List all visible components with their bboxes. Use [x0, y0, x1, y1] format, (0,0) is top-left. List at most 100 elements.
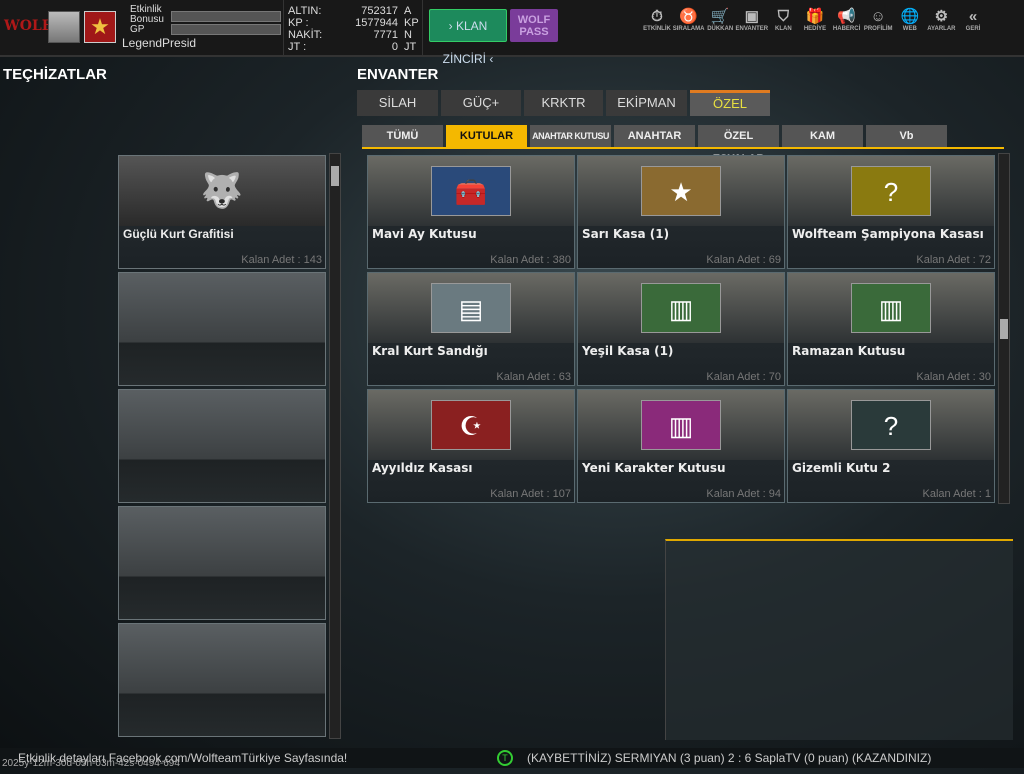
item-image: ?	[788, 156, 994, 226]
nav-siralama[interactable]: ♉ SIRALAMA	[672, 8, 706, 32]
item-name: Yeşil Kasa (1)	[582, 344, 674, 358]
item-box-icon: ?	[851, 400, 931, 450]
nav-geri̇[interactable]: «GERİ	[956, 8, 990, 32]
nav-etki̇nli̇k[interactable]: ⏱ ETKİNLİK	[640, 8, 674, 32]
subtab-1[interactable]: KUTULAR	[446, 125, 527, 148]
nav-label: WEB	[902, 26, 917, 32]
subtab-3[interactable]: ANAHTAR	[614, 125, 695, 148]
item-name: Sarı Kasa (1)	[582, 227, 670, 241]
inventory-title: ENVANTER	[357, 66, 439, 83]
item-name: Ayyıldız Kasası	[372, 461, 473, 475]
status-bar: Etkinlik detayları Facebook.com/Wolfteam…	[0, 748, 1024, 769]
subtab-0[interactable]: TÜMÜ	[362, 125, 443, 148]
clan-emblem	[48, 11, 80, 43]
inventory-item[interactable]: ▥ Yeni Karakter Kutusu Kalan Adet : 94	[577, 389, 785, 503]
item-name: Gizemli Kutu 2	[792, 461, 891, 475]
equipment-scrollbar[interactable]	[329, 153, 341, 739]
nav-label: ETKİNLİK	[643, 26, 671, 32]
nav-klan[interactable]: ⛉ KLAN	[766, 8, 800, 32]
currency-unit: KP	[404, 17, 419, 29]
subtab-4[interactable]: ÖZEL EŞYALAR	[698, 125, 779, 165]
inventory-item[interactable]: ▥ Yeşil Kasa (1) Kalan Adet : 70	[577, 272, 785, 386]
item-qty: Kalan Adet : 63	[496, 371, 571, 383]
item-box-icon: ☪	[431, 400, 511, 450]
inventory-item[interactable]: ▥ Ramazan Kutusu Kalan Adet : 30	[787, 272, 995, 386]
item-name: Wolfteam Şampiyona Kasası	[792, 227, 984, 241]
inventory-item[interactable]: 🧰 Mavi Ay Kutusu Kalan Adet : 380	[367, 155, 575, 269]
nav-icon: ♉	[679, 8, 698, 25]
nav-dükkan[interactable]: 🛒 DÜKKAN	[703, 8, 737, 32]
nav-profi̇li̇m[interactable]: ☺ PROFİLİM	[861, 8, 895, 32]
inventory-item[interactable]: ? Wolfteam Şampiyona Kasası Kalan Adet : 7…	[787, 155, 995, 269]
item-image: ▥	[788, 273, 994, 343]
item-qty: Kalan Adet : 72	[916, 254, 991, 266]
inventory-scrollbar[interactable]	[998, 153, 1010, 504]
tab-3[interactable]: EKİPMAN	[606, 90, 687, 116]
inventory-item[interactable]: ? Gizemli Kutu 2 Kalan Adet : 1	[787, 389, 995, 503]
subtab-2[interactable]: ANAHTAR KUTUSU	[530, 125, 611, 148]
nav-icon: ⛉	[777, 8, 790, 25]
inventory-item[interactable]: ▤ Kral Kurt Sandığı Kalan Adet : 63	[367, 272, 575, 386]
username: LegendPresid	[122, 36, 197, 50]
currency-label: JT :	[288, 41, 307, 53]
item-name: Güçlü Kurt Grafitisi	[123, 227, 234, 241]
event-bonus-bar	[171, 11, 281, 22]
item-name: Ramazan Kutusu	[792, 344, 906, 358]
tab-2[interactable]: KRKTR	[524, 90, 603, 116]
game-logo: WOLF	[4, 18, 52, 34]
gp-bar	[171, 24, 281, 35]
item-name: Kral Kurt Sandığı	[372, 344, 488, 358]
item-name: Mavi Ay Kutusu	[372, 227, 477, 241]
tab-0[interactable]: SİLAH	[357, 90, 438, 116]
gp-label: GP	[130, 24, 145, 35]
item-box-icon: ▤	[431, 283, 511, 333]
item-box-icon: ★	[641, 166, 721, 216]
subtab-6[interactable]: Vb	[866, 125, 947, 148]
item-image: ?	[788, 390, 994, 460]
item-image: ★	[578, 156, 784, 226]
item-name: Yeni Karakter Kutusu	[582, 461, 726, 475]
inventory-item[interactable]: ☪ Ayyıldız Kasası Kalan Adet : 107	[367, 389, 575, 503]
nav-icon: ⚙	[934, 8, 949, 25]
inventory-item[interactable]: ★ Sarı Kasa (1) Kalan Adet : 69	[577, 155, 785, 269]
equipment-slot[interactable]	[118, 506, 326, 620]
tab-1[interactable]: GÜÇ+	[441, 90, 521, 116]
match-result-icon: T	[497, 750, 513, 766]
nav-label: DÜKKAN	[707, 26, 734, 32]
nav-label: ENVANTER	[735, 26, 769, 32]
nav-envanter[interactable]: ▣ ENVANTER	[735, 8, 769, 32]
nav-ayarlar[interactable]: ⚙ AYARLAR	[924, 8, 958, 32]
tab-4[interactable]: ÖZEL	[690, 90, 770, 116]
currency-value: 0	[391, 41, 398, 53]
match-result-text: (KAYBETTİNİZ) SERMIYAN (3 puan) 2 : 6 Sa…	[527, 751, 932, 765]
equipment-slot[interactable]	[118, 272, 326, 386]
currency-label: NAKİT:	[288, 29, 323, 41]
item-box-icon: ▥	[851, 283, 931, 333]
item-qty: Kalan Adet : 1	[922, 488, 992, 500]
item-image: ☪	[368, 390, 574, 460]
currency-value: 1577944	[355, 17, 398, 29]
currency-unit: N	[404, 29, 412, 41]
subtab-5[interactable]: KAM	[782, 125, 863, 148]
item-image: 🐺	[119, 156, 325, 226]
nav-label: SIRALAMA	[672, 26, 705, 32]
item-qty: Kalan Adet : 143	[241, 254, 322, 266]
equipment-slot[interactable]: 🐺 Güçlü Kurt Grafitisi Kalan Adet : 143	[118, 155, 326, 269]
item-image: ▥	[578, 273, 784, 343]
equipment-slot[interactable]	[118, 389, 326, 503]
nav-icon: ⏱	[651, 8, 663, 25]
wolf-pass-button[interactable]: WOLF PASS	[510, 9, 558, 42]
nav-label: GERİ	[965, 26, 981, 32]
currency-value: 752317	[361, 5, 398, 17]
item-box-icon: ?	[851, 166, 931, 216]
item-image: ▤	[368, 273, 574, 343]
nav-label: HEDİYE	[803, 26, 827, 32]
equipment-slot[interactable]	[118, 623, 326, 737]
nav-haberci̇[interactable]: 📢 HABERCİ	[830, 8, 864, 32]
nav-hedi̇ye[interactable]: 🎁 HEDİYE	[798, 8, 832, 32]
nav-web[interactable]: 🌐 WEB	[893, 8, 927, 32]
equipment-title: TEÇHİZATLAR	[3, 66, 107, 83]
item-preview-panel	[665, 539, 1013, 740]
item-qty: Kalan Adet : 380	[490, 254, 571, 266]
clan-chain-button[interactable]: › KLAN ZİNCİRİ ‹	[429, 9, 507, 66]
